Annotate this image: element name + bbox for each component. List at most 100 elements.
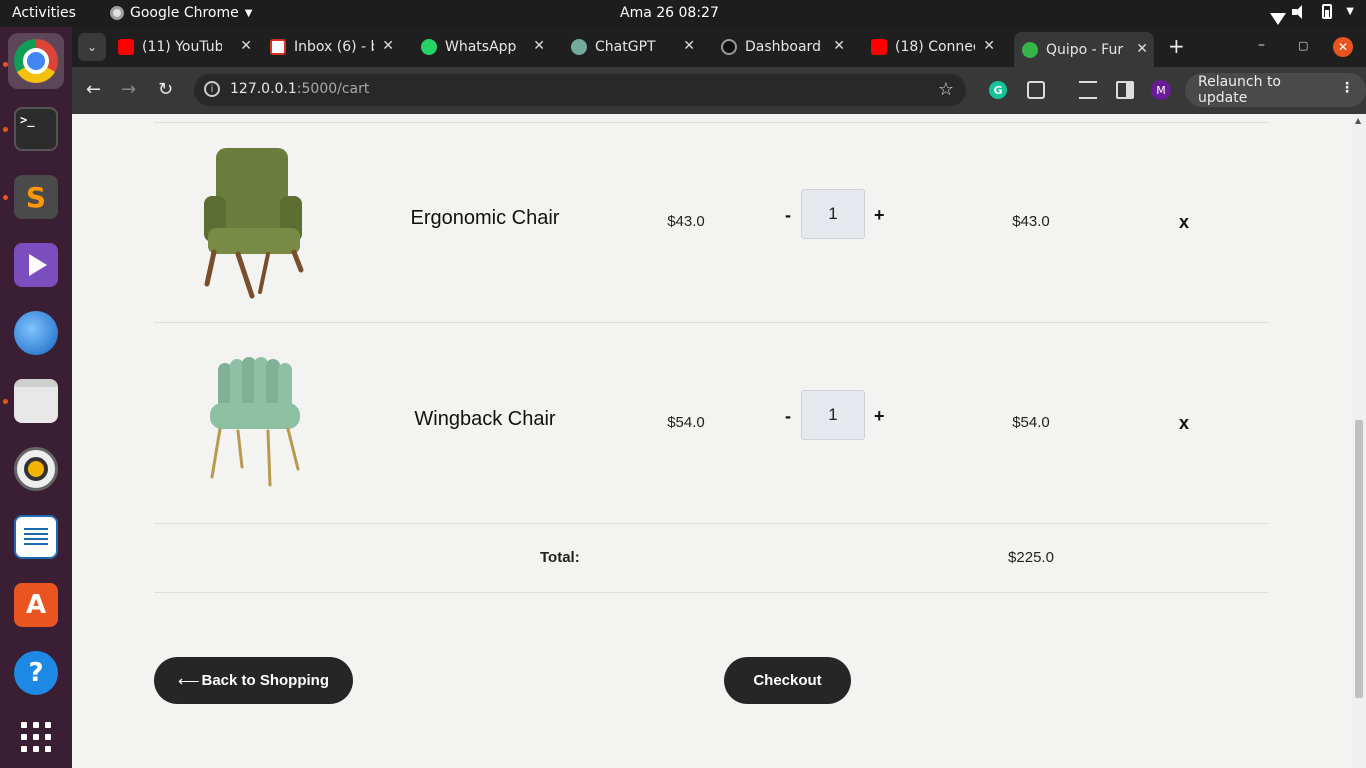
maximize-button[interactable]: ▢ — [1298, 39, 1308, 52]
writer-icon — [14, 515, 58, 559]
minimize-button[interactable]: – — [1258, 37, 1265, 53]
item-subtotal: $54.0 — [1012, 414, 1050, 431]
quantity-input[interactable]: 1 — [801, 390, 865, 440]
tab-quipo[interactable]: Quipo - Furn ✕ — [1014, 32, 1154, 67]
extensions-icon[interactable] — [1027, 81, 1045, 99]
tab-whatsapp[interactable]: WhatsApp ✕ — [421, 32, 551, 62]
bookmark-star-icon[interactable]: ☆ — [938, 79, 954, 100]
app-menu[interactable]: Google Chrome ▼ — [110, 5, 252, 21]
running-indicator — [3, 62, 8, 67]
dock-video[interactable] — [8, 237, 64, 293]
increase-qty-button[interactable]: + — [874, 205, 885, 226]
dock: >_ S A ? — [0, 27, 72, 768]
address-bar[interactable]: i 127.0.0.1:5000/cart ☆ — [194, 74, 966, 106]
activities-button[interactable]: Activities — [12, 5, 76, 21]
tab-youtube-connect[interactable]: (18) Connec ✕ — [871, 32, 1001, 62]
close-window-button[interactable]: ✕ — [1333, 37, 1353, 57]
new-tab-button[interactable]: + — [1168, 34, 1185, 58]
browser-window: ⌄ (11) YouTube ✕ Inbox (6) - b ✕ WhatsAp… — [72, 27, 1366, 114]
back-to-shopping-button[interactable]: ⟵ Back to Shopping — [154, 657, 353, 704]
video-player-icon — [14, 243, 58, 287]
close-icon[interactable]: ✕ — [533, 38, 545, 54]
tab-strip: ⌄ (11) YouTube ✕ Inbox (6) - b ✕ WhatsAp… — [72, 27, 1366, 67]
decrease-qty-button[interactable]: - — [785, 205, 791, 226]
checkout-button[interactable]: Checkout — [724, 657, 851, 704]
product-name[interactable]: Wingback Chair — [375, 408, 595, 431]
system-top-bar: Activities Google Chrome ▼ Ama 26 08:27 … — [0, 0, 1366, 27]
chevron-down-icon: ▼ — [244, 7, 253, 19]
tab-search-button[interactable]: ⌄ — [78, 33, 106, 61]
dock-writer[interactable] — [8, 509, 64, 565]
increase-qty-button[interactable]: + — [874, 406, 885, 427]
grammarly-icon[interactable]: G — [989, 81, 1007, 99]
close-icon[interactable]: ✕ — [1136, 41, 1148, 57]
wifi-icon — [1262, 5, 1287, 25]
quantity-input[interactable]: 1 — [801, 189, 865, 239]
running-indicator — [3, 127, 8, 132]
browser-toolbar: ← → ↻ i 127.0.0.1:5000/cart ☆ G M Relaun… — [72, 67, 1366, 114]
dock-files[interactable] — [8, 373, 64, 429]
forward-arrow-icon[interactable]: → — [121, 79, 136, 100]
tab-label: (11) YouTube — [142, 39, 222, 55]
show-apps-icon — [21, 722, 51, 752]
chrome-icon — [14, 39, 58, 83]
close-icon[interactable]: ✕ — [382, 38, 394, 54]
reload-icon[interactable]: ↻ — [158, 79, 173, 100]
dock-show-apps[interactable] — [8, 709, 64, 765]
unit-price: $54.0 — [667, 414, 705, 431]
media-control-icon[interactable] — [1079, 81, 1097, 99]
tab-dashboard[interactable]: Dashboard ✕ — [721, 32, 851, 62]
close-icon[interactable]: ✕ — [983, 38, 995, 54]
cart-page: Ergonomic Chair $43.0 - 1 + $43.0 x Wing… — [72, 114, 1366, 768]
decrease-qty-button[interactable]: - — [785, 406, 791, 427]
site-info-icon[interactable]: i — [204, 81, 220, 97]
dock-app-center[interactable]: A — [8, 577, 64, 633]
wingback-chair-image — [210, 357, 300, 487]
tab-chatgpt[interactable]: ChatGPT ✕ — [571, 32, 701, 62]
scroll-up-icon[interactable]: ▲ — [1355, 116, 1361, 125]
back-arrow-icon[interactable]: ← — [86, 79, 101, 100]
close-icon[interactable]: ✕ — [240, 38, 252, 54]
divider — [154, 592, 1269, 593]
chevron-down-icon: ▼ — [1346, 6, 1354, 17]
tab-youtube[interactable]: (11) YouTube ✕ — [118, 32, 258, 62]
ergonomic-chair-image — [204, 148, 304, 299]
relaunch-label: Relaunch to update — [1198, 74, 1282, 106]
dock-chrome[interactable] — [8, 33, 64, 89]
running-indicator — [3, 399, 8, 404]
page-scrollbar[interactable]: ▲ — [1352, 114, 1366, 768]
total-label: Total: — [540, 549, 580, 566]
sublime-text-icon: S — [14, 175, 58, 219]
dock-terminal[interactable]: >_ — [8, 101, 64, 157]
back-to-shopping-label: Back to Shopping — [201, 672, 330, 689]
more-vert-icon[interactable]: ⋮ — [1340, 80, 1354, 96]
url-path: :5000/cart — [296, 81, 370, 97]
system-tray[interactable]: ▼ — [1262, 4, 1354, 25]
dock-rhythmbox[interactable] — [8, 441, 64, 497]
unit-price: $43.0 — [667, 213, 705, 230]
side-panel-icon[interactable] — [1116, 81, 1134, 99]
dock-sublime[interactable]: S — [8, 169, 64, 225]
tab-gmail[interactable]: Inbox (6) - b ✕ — [270, 32, 400, 62]
close-icon[interactable]: ✕ — [683, 38, 695, 54]
dock-help[interactable]: ? — [8, 645, 64, 701]
remove-item-button[interactable]: x — [1179, 212, 1189, 233]
divider — [154, 122, 1269, 123]
dock-thunderbird[interactable] — [8, 305, 64, 361]
tab-label: ChatGPT — [595, 39, 656, 55]
divider — [154, 523, 1269, 524]
remove-item-button[interactable]: x — [1179, 413, 1189, 434]
url-host: 127.0.0.1 — [230, 81, 297, 97]
close-icon[interactable]: ✕ — [833, 38, 845, 54]
relaunch-button[interactable]: Relaunch to update ⋮ — [1185, 73, 1366, 107]
tab-label: Dashboard — [745, 39, 821, 55]
running-indicator — [3, 195, 8, 200]
scrollbar-thumb[interactable] — [1355, 420, 1363, 698]
dashboard-icon — [721, 39, 737, 55]
clock[interactable]: Ama 26 08:27 — [620, 5, 820, 21]
product-name[interactable]: Ergonomic Chair — [375, 207, 595, 230]
chatgpt-icon — [571, 39, 587, 55]
files-icon — [14, 379, 58, 423]
url-text: 127.0.0.1:5000/cart — [230, 81, 369, 97]
profile-avatar[interactable]: M — [1151, 80, 1171, 100]
